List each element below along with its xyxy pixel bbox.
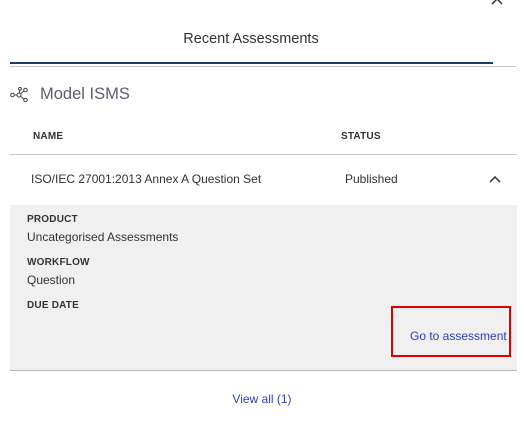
- chevron-up-icon: [489, 175, 501, 183]
- due-date-label: DUE DATE: [27, 300, 79, 311]
- active-tab-indicator: [10, 62, 493, 64]
- view-all-link[interactable]: View all (1): [232, 392, 291, 406]
- row-details-panel: PRODUCT Uncategorised Assessments WORKFL…: [10, 205, 517, 371]
- collapse-row-button[interactable]: [488, 171, 502, 183]
- go-to-assessment-highlight: Go to assessment: [391, 306, 511, 357]
- go-to-assessment-link[interactable]: Go to assessment: [410, 329, 507, 343]
- section-title: Model ISMS: [40, 85, 130, 103]
- product-label: PRODUCT: [27, 214, 78, 225]
- table-row[interactable]: ISO/IEC 27001:2013 Annex A Question Set …: [10, 154, 517, 205]
- workflow-value: Question: [27, 273, 76, 287]
- status-text: Published: [345, 172, 398, 186]
- tab-label: Recent Assessments: [183, 31, 319, 47]
- section-header: Model ISMS: [10, 82, 310, 108]
- column-header-status: STATUS: [341, 131, 381, 142]
- product-value: Uncategorised Assessments: [27, 230, 179, 244]
- tab-recent-assessments[interactable]: Recent Assessments: [10, 0, 493, 64]
- workflow-label: WORKFLOW: [27, 257, 90, 268]
- column-header-name: NAME: [33, 131, 64, 142]
- tab-bar: Recent Assessments: [10, 0, 516, 67]
- network-nodes-icon: [10, 86, 30, 103]
- assessment-name: ISO/IEC 27001:2013 Annex A Question Set: [31, 172, 262, 186]
- view-all-container: View all (1): [0, 390, 524, 408]
